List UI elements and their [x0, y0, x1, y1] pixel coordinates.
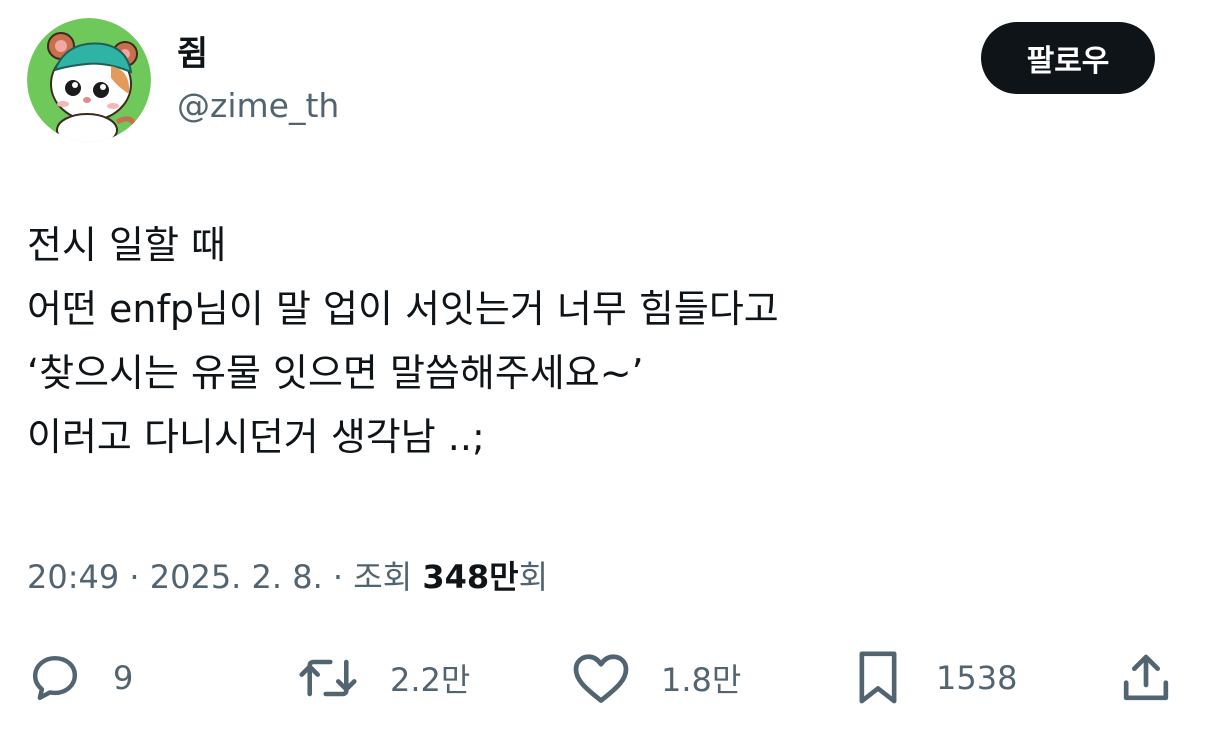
tweet-time[interactable]: 20:49	[27, 558, 119, 596]
share-icon	[1123, 654, 1169, 701]
meta-separator: ·	[129, 558, 140, 596]
author-display-name[interactable]: 쥠	[177, 34, 208, 74]
avatar[interactable]	[27, 18, 151, 142]
reply-count: 9	[113, 659, 134, 697]
tweet-line: 이러고 다니시던거 생각남 ..;	[27, 415, 485, 459]
bookmark-button[interactable]: 1538	[850, 650, 1017, 706]
views-count-value: 348만	[422, 558, 519, 596]
retweet-icon	[299, 659, 357, 697]
author-handle[interactable]: @zime_th	[177, 86, 339, 126]
follow-button[interactable]: 팔로우	[981, 22, 1155, 94]
tweet-date[interactable]: 2025. 2. 8.	[150, 558, 323, 596]
share-button[interactable]	[1118, 650, 1174, 706]
meta-separator: ·	[332, 558, 344, 596]
bookmark-icon	[859, 651, 897, 704]
retweet-button[interactable]: 2.2만	[296, 650, 470, 706]
reply-icon	[32, 655, 78, 701]
tweet-line: 전시 일할 때	[27, 223, 226, 267]
like-button[interactable]: 1.8만	[571, 650, 741, 706]
reply-button[interactable]: 9	[27, 650, 133, 706]
like-count: 1.8만	[661, 661, 742, 699]
views-suffix: 회	[518, 558, 549, 596]
tweet-meta: 20:49 · 2025. 2. 8. · 조회 348만회	[27, 555, 548, 599]
views-prefix: 조회	[353, 558, 413, 596]
tweet-line: 어떤 enfp님이 말 업이 서잇는거 너무 힘들다고	[27, 287, 779, 331]
views-count[interactable]: 348만	[422, 558, 518, 596]
tweet-line: ‘찾으시는 유물 잇으면 말씀해주세요~’	[27, 351, 644, 395]
hamster-avatar-icon	[27, 18, 151, 142]
heart-icon	[573, 654, 629, 703]
tweet-text: 전시 일할 때 어떤 enfp님이 말 업이 서잇는거 너무 힘들다고 ‘찾으시…	[27, 213, 1177, 469]
retweet-count: 2.2만	[390, 661, 471, 699]
bookmark-count: 1538	[936, 659, 1018, 697]
